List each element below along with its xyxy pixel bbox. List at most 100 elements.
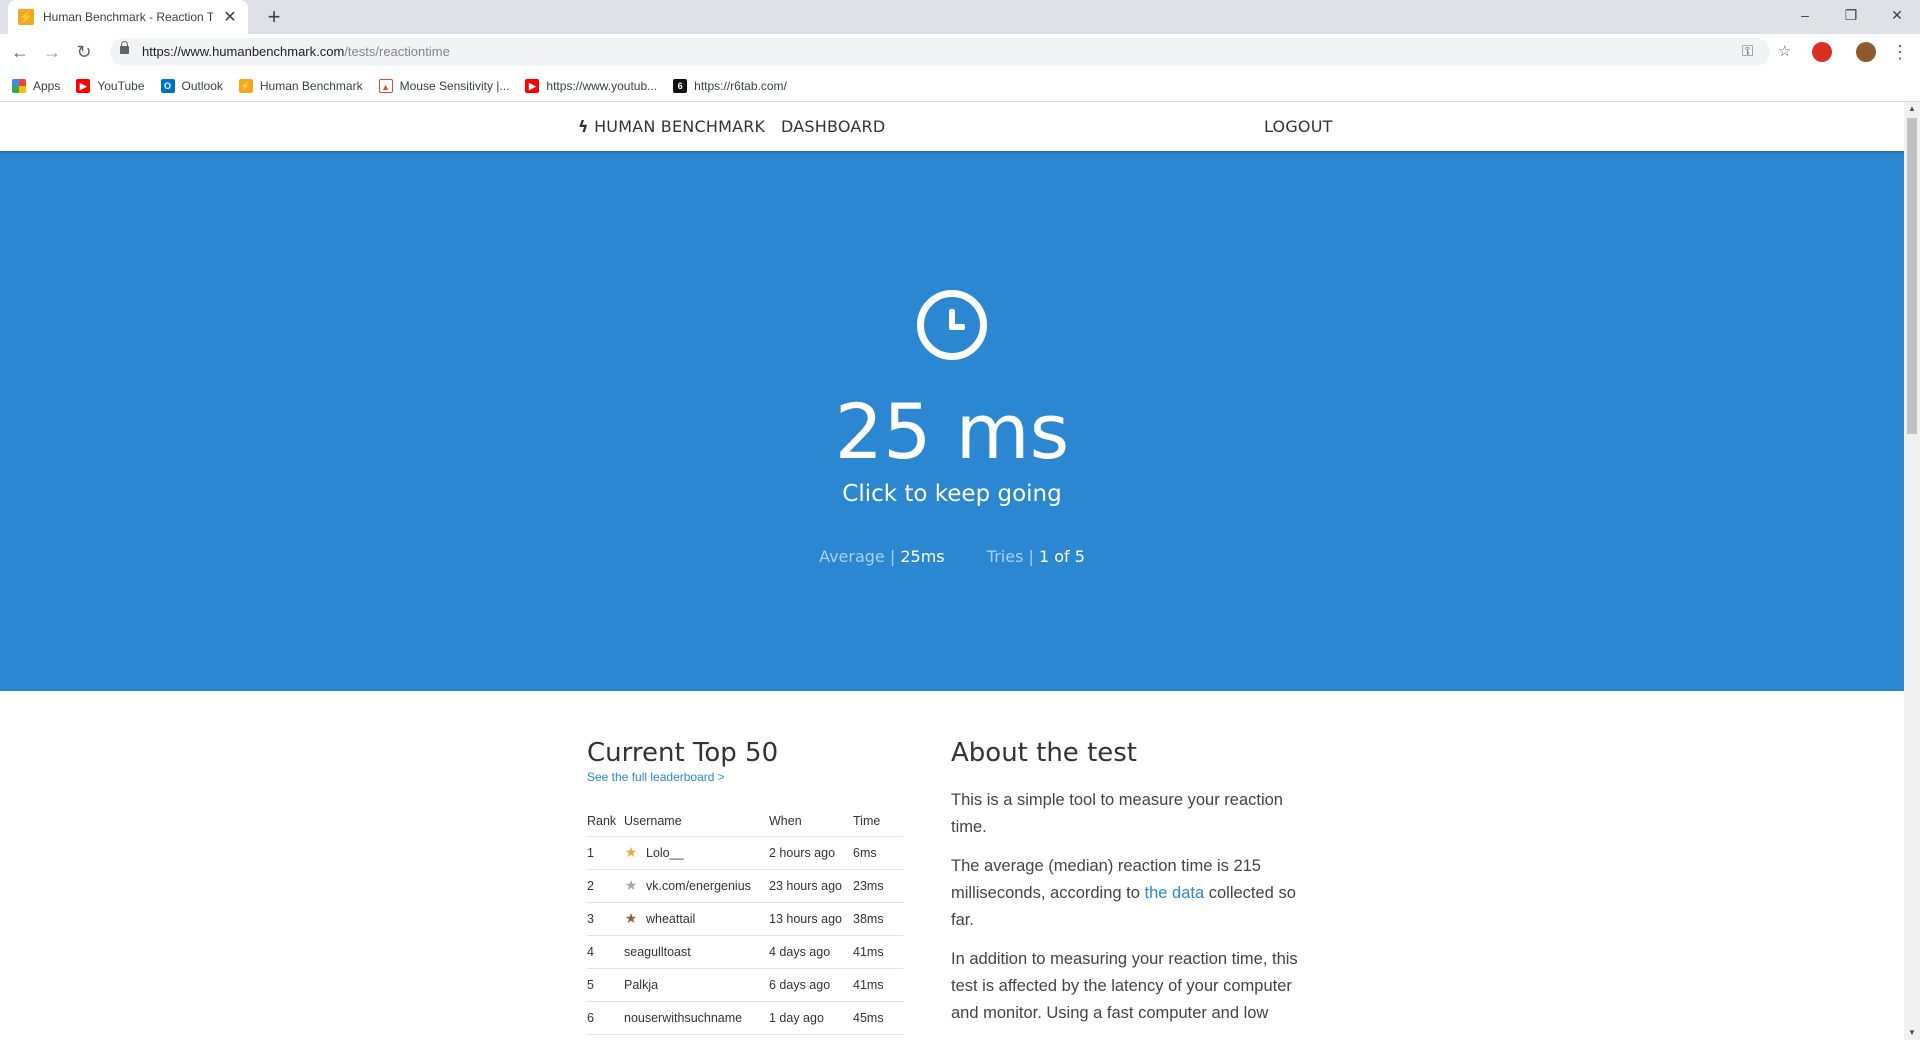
nav-dashboard-link[interactable]: DASHBOARD [781,102,885,151]
table-row: 4 seagulltoast 4 days ago 41ms [587,935,903,969]
average-value: 25ms [900,547,945,566]
tries-label: Tries | [986,547,1039,566]
brand-label: HUMAN BENCHMARK [594,117,766,136]
bookmark-youtube-2[interactable]: ▶ https://www.youtub... [525,78,658,93]
browser-toolbar: ← → ↻ https://www.humanbenchmark.com/tes… [0,34,1920,70]
bookmark-label: Human Benchmark [259,78,363,93]
address-bar[interactable]: https://www.humanbenchmark.com/tests/rea… [110,38,1791,66]
reaction-test-area[interactable]: 25 ms Click to keep going Average | 25ms… [0,151,1904,691]
average-label: Average | [819,547,901,566]
when-cell: 13 hours ago [769,902,853,936]
forward-arrow-icon[interactable]: → [38,38,66,66]
about-paragraph-2: The average (median) reaction time is 21… [951,853,1321,934]
close-window-icon[interactable]: ✕ [1874,0,1920,30]
bookmark-label: Apps [33,78,61,93]
lock-icon[interactable] [120,41,129,54]
rank-cell: 4 [587,935,624,969]
youtube-icon: ▶ [525,78,540,93]
url-text[interactable]: https://www.humanbenchmark.com/tests/rea… [142,38,450,66]
table-row: 2 ★ vk.com/energenius 23 hours ago 23ms [587,869,903,903]
scroll-down-arrow-icon[interactable]: ▼ [1904,1026,1920,1040]
extension-icon[interactable] [1812,42,1832,62]
rank-cell: 2 [587,869,624,903]
scroll-thumb[interactable] [1907,118,1917,434]
rank-cell: 3 [587,902,624,936]
time-cell: 38ms [853,902,903,936]
leaderboard-table: Rank Username When Time 1 ★ Lolo__ 2 hours … [587,806,903,1035]
new-tab-button[interactable]: + [260,4,288,30]
click-prompt: Click to keep going [842,481,1062,507]
data-link[interactable]: the data [1145,884,1205,902]
table-row: 6 nouserwithsuchname 1 day ago 45ms [587,1001,903,1035]
scroll-up-arrow-icon[interactable]: ▲ [1904,102,1920,116]
tries-value: 1 of 5 [1038,547,1085,566]
close-tab-icon[interactable]: ✕ [222,7,238,27]
when-cell: 2 hours ago [769,836,853,870]
username-label: Palkja [624,977,659,992]
url-host: https://www.humanbenchmark.com [142,44,345,59]
nav-brand-link[interactable]: ϟ HUMAN BENCHMARK [578,102,765,151]
leaderboard-title: Current Top 50 [587,738,779,768]
bookmark-mouse-sensitivity[interactable]: ▲ Mouse Sensitivity |... [378,78,510,93]
username-cell: ★ Lolo__ [624,836,769,870]
column-header-time: Time [853,806,903,837]
table-row: 3 ★ wheattail 13 hours ago 38ms [587,902,903,936]
full-leaderboard-link[interactable]: See the full leaderboard > [587,770,903,784]
bookmark-label: YouTube [97,78,145,93]
column-header-rank: Rank [587,806,624,837]
reload-icon[interactable]: ↻ [70,38,98,66]
clock-icon [917,290,987,360]
page-viewport: ϟ HUMAN BENCHMARK DASHBOARD LOGOUT 25 ms… [0,102,1904,1040]
nav-logout-link[interactable]: LOGOUT [1264,102,1333,151]
site-navbar: ϟ HUMAN BENCHMARK DASHBOARD LOGOUT [0,102,1904,151]
browser-tab[interactable]: ⚡ Human Benchmark - Reaction Ti ✕ [8,0,248,34]
back-arrow-icon[interactable]: ← [6,38,34,66]
about-title: About the test [951,738,1137,768]
time-cell: 41ms [853,935,903,969]
bookmark-label: https://www.youtub... [546,78,658,93]
when-cell: 23 hours ago [769,869,853,903]
username-label: wheattail [646,912,696,926]
username-cell: ★ wheattail [624,902,769,936]
browser-tab-strip: ⚡ Human Benchmark - Reaction Ti ✕ + – ❐ … [0,0,1920,34]
restore-window-icon[interactable]: ❐ [1828,0,1874,30]
menu-kebab-icon[interactable]: ⋮ [1886,38,1914,66]
human-benchmark-favicon-icon: ⚡ [18,9,34,25]
username-cell: seagulltoast [624,935,769,969]
reaction-result: 25 ms [834,387,1070,476]
bookmark-human-benchmark[interactable]: ⚡ Human Benchmark [238,78,363,93]
page-scrollbar[interactable]: ▲ ▼ [1904,102,1920,1040]
username-label: Lolo__ [646,846,684,860]
time-cell: 45ms [853,1001,903,1035]
key-icon[interactable]: ⚿ [1742,38,1753,66]
minimize-window-icon[interactable]: – [1782,0,1828,30]
outlook-icon: O [160,78,175,93]
tab-title: Human Benchmark - Reaction Ti [43,10,213,24]
bookmark-r6tab[interactable]: 6 https://r6tab.com/ [673,78,787,93]
time-cell: 6ms [853,836,903,870]
bookmark-star-icon[interactable]: ☆ [1778,38,1791,66]
mouse-sensitivity-icon: ▲ [378,78,393,93]
silver-star-icon: ★ [624,877,638,893]
table-header-row: Rank Username When Time [587,806,903,837]
about-paragraph-3: In addition to measuring your reaction t… [951,950,1298,1022]
username-label: seagulltoast [624,944,691,959]
bookmark-outlook[interactable]: O Outlook [160,78,223,93]
bookmark-apps[interactable]: Apps [12,78,61,93]
username-cell: nouserwithsuchname [624,1001,769,1035]
username-cell: Palkja [624,968,769,1002]
rank-cell: 5 [587,968,624,1002]
profile-avatar[interactable] [1856,42,1876,62]
username-label: vk.com/energenius [646,879,751,893]
bookmark-youtube[interactable]: ▶ YouTube [76,78,145,93]
bronze-star-icon: ★ [624,910,638,926]
username-label: nouserwithsuchname [624,1010,743,1025]
lightning-icon: ϟ [578,117,589,136]
column-header-when: When [769,806,853,837]
bookmarks-bar: Apps ▶ YouTube O Outlook ⚡ Human Benchma… [0,70,1920,102]
url-path: /tests/reactiontime [344,44,450,59]
bookmark-label: Mouse Sensitivity |... [399,78,510,93]
r6tab-icon: 6 [673,78,688,93]
rank-cell: 1 [587,836,624,870]
time-cell: 23ms [853,869,903,903]
